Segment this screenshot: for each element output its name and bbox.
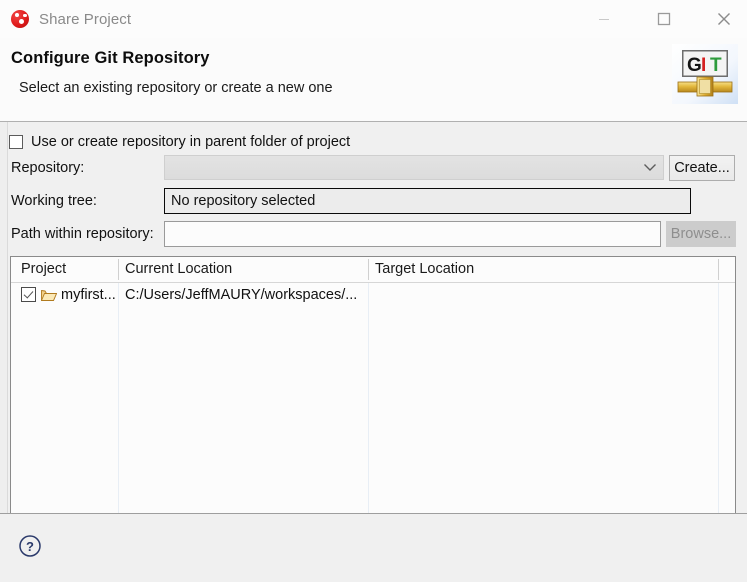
working-tree-value: No repository selected <box>164 188 691 214</box>
svg-text:?: ? <box>26 539 34 554</box>
page-title: Configure Git Repository <box>11 49 210 67</box>
svg-text:I: I <box>701 55 706 76</box>
repository-combobox[interactable] <box>164 155 664 180</box>
window-controls <box>580 0 747 38</box>
table-column-target-location[interactable]: Target Location <box>375 257 474 282</box>
git-signpost-icon: G I T <box>672 44 738 104</box>
svg-text:T: T <box>710 55 722 76</box>
form-area: Use or create repository in parent folde… <box>0 122 747 568</box>
dialog-button-bar: ? < Back Next > Finish Cancel <box>0 513 747 582</box>
browse-button[interactable]: Browse... <box>666 221 736 247</box>
table-row[interactable]: myfirst... C:/Users/JeffMAURY/workspaces… <box>11 283 735 307</box>
path-within-repository-input[interactable] <box>164 221 661 247</box>
folder-icon <box>41 288 57 302</box>
maximize-icon[interactable] <box>640 0 687 38</box>
cell-target-location <box>375 283 715 307</box>
eclipse-icon <box>10 9 30 29</box>
svg-text:G: G <box>687 55 702 76</box>
title-bar: Share Project <box>0 0 747 38</box>
help-icon[interactable]: ? <box>18 534 42 558</box>
minimize-icon[interactable] <box>580 0 627 38</box>
share-project-dialog: Share Project Configure Git Repository S… <box>0 0 747 582</box>
parent-folder-checkbox[interactable] <box>9 135 23 149</box>
repository-label: Repository: <box>11 160 85 176</box>
cell-current-location: C:/Users/JeffMAURY/workspaces/... <box>125 287 358 303</box>
cell-project: myfirst... <box>61 287 116 303</box>
create-repository-button[interactable]: Create... <box>669 155 735 181</box>
parent-folder-checkbox-row[interactable]: Use or create repository in parent folde… <box>9 132 350 152</box>
table-column-project[interactable]: Project <box>21 257 66 282</box>
table-column-current-location[interactable]: Current Location <box>125 257 232 282</box>
chevron-down-icon[interactable] <box>637 156 663 179</box>
row-checkbox[interactable] <box>21 287 36 302</box>
close-icon[interactable] <box>700 0 747 38</box>
table-header-row: Project Current Location Target Location <box>11 257 735 283</box>
left-edge-strip <box>0 122 8 513</box>
window-title: Share Project <box>39 10 132 28</box>
page-subtitle: Select an existing repository or create … <box>19 80 333 96</box>
path-within-repository-label: Path within repository: <box>11 226 154 242</box>
parent-folder-checkbox-label: Use or create repository in parent folde… <box>31 134 351 150</box>
dialog-header: Configure Git Repository Select an exist… <box>0 38 747 122</box>
working-tree-label: Working tree: <box>11 193 97 209</box>
